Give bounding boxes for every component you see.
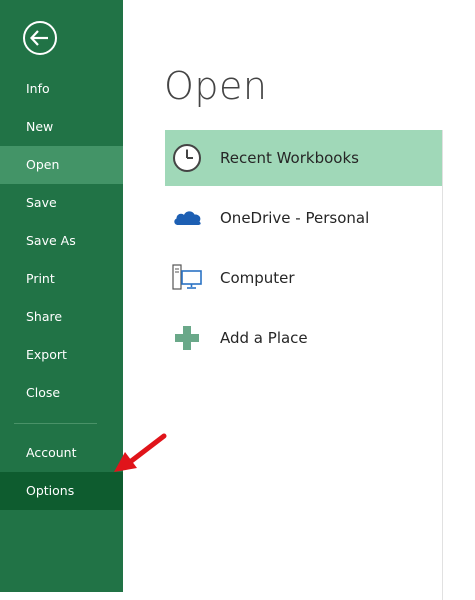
back-button[interactable]	[22, 20, 58, 56]
sidebar-item-label: Print	[26, 271, 55, 286]
sidebar-item-label: Save	[26, 195, 57, 210]
sidebar-item-label: Share	[26, 309, 63, 324]
red-arrow-icon	[112, 430, 172, 480]
computer-icon	[171, 262, 203, 294]
sidebar-item-label: Export	[26, 347, 67, 362]
sidebar-item-options[interactable]: Options	[0, 472, 123, 510]
place-label: OneDrive - Personal	[220, 209, 370, 227]
sidebar-item-label: Save As	[26, 233, 76, 248]
page-title: Open	[164, 64, 268, 108]
sidebar-nav: Info New Open Save Save As Print Share E…	[0, 70, 123, 412]
sidebar-item-label: New	[26, 119, 54, 134]
sidebar-item-label: Account	[26, 445, 77, 460]
place-label: Computer	[220, 269, 295, 287]
sidebar-divider	[14, 423, 97, 424]
place-computer[interactable]: Computer	[165, 250, 442, 306]
place-recent-workbooks[interactable]: Recent Workbooks	[165, 130, 442, 186]
sidebar-item-new[interactable]: New	[0, 108, 123, 146]
sidebar-item-label: Close	[26, 385, 61, 400]
clock-icon	[171, 142, 203, 174]
plus-icon	[171, 322, 203, 354]
open-places-list: Recent Workbooks OneDrive - Personal Com…	[165, 130, 443, 600]
sidebar-item-info[interactable]: Info	[0, 70, 123, 108]
sidebar-item-export[interactable]: Export	[0, 336, 123, 374]
backstage-sidebar: Info New Open Save Save As Print Share E…	[0, 0, 123, 592]
place-label: Add a Place	[220, 329, 308, 347]
place-label: Recent Workbooks	[220, 149, 359, 167]
back-arrow-icon	[23, 21, 57, 55]
sidebar-bottom-nav: Account Options	[0, 434, 123, 510]
sidebar-item-open[interactable]: Open	[0, 146, 123, 184]
sidebar-item-save[interactable]: Save	[0, 184, 123, 222]
sidebar-item-save-as[interactable]: Save As	[0, 222, 123, 260]
sidebar-item-label: Open	[26, 157, 60, 172]
sidebar-item-account[interactable]: Account	[0, 434, 123, 472]
cloud-icon	[171, 202, 203, 234]
place-add-a-place[interactable]: Add a Place	[165, 310, 442, 366]
sidebar-item-share[interactable]: Share	[0, 298, 123, 336]
sidebar-item-label: Options	[26, 483, 75, 498]
sidebar-item-label: Info	[26, 81, 50, 96]
place-onedrive[interactable]: OneDrive - Personal	[165, 190, 442, 246]
sidebar-item-close[interactable]: Close	[0, 374, 123, 412]
sidebar-item-print[interactable]: Print	[0, 260, 123, 298]
